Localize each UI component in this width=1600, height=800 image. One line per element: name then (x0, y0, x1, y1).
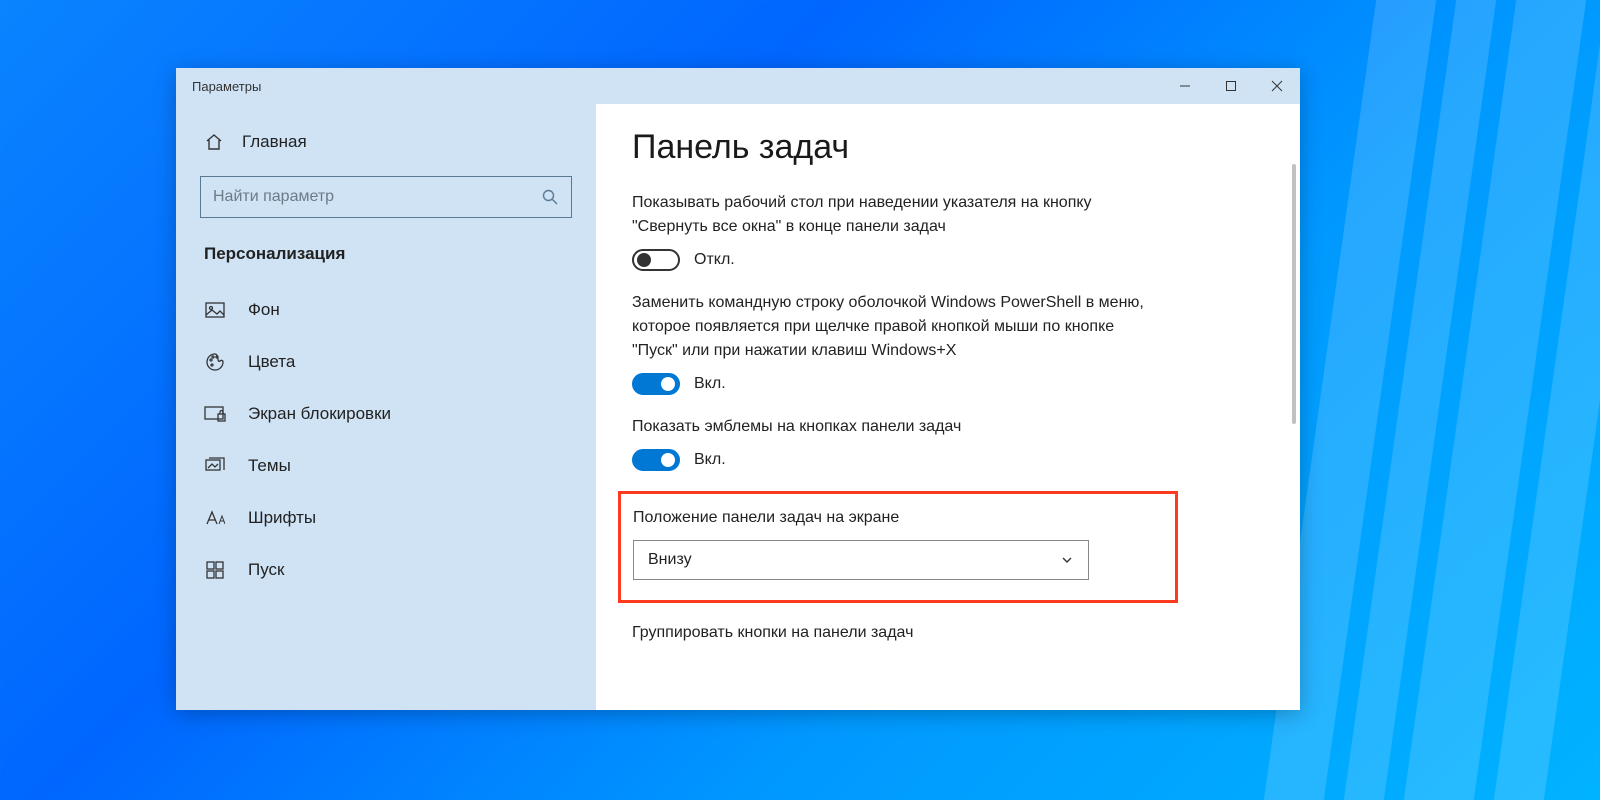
fonts-icon (204, 510, 226, 526)
search-input[interactable] (213, 188, 541, 206)
sidebar-home[interactable]: Главная (176, 120, 596, 164)
settings-window: Параметры Главная (176, 68, 1300, 710)
toggle-peek-desktop[interactable] (632, 249, 680, 271)
setting-group-buttons: Группировать кнопки на панели задач (632, 621, 1162, 645)
sidebar-item-themes[interactable]: Темы (176, 440, 596, 492)
home-icon (204, 132, 224, 152)
start-icon (204, 561, 226, 579)
page-heading: Панель задач (632, 128, 1264, 167)
sidebar-item-start[interactable]: Пуск (176, 544, 596, 596)
chevron-down-icon (1060, 553, 1074, 567)
search-box[interactable] (200, 176, 572, 218)
setting-description: Показывать рабочий стол при наведении ук… (632, 191, 1162, 239)
sidebar-item-label: Пуск (248, 560, 284, 580)
setting-peek-desktop: Показывать рабочий стол при наведении ук… (632, 191, 1162, 271)
dropdown-value: Внизу (648, 551, 692, 569)
setting-description: Показать эмблемы на кнопках панели задач (632, 415, 1162, 439)
sidebar-item-label: Экран блокировки (248, 404, 391, 424)
sidebar-item-label: Фон (248, 300, 280, 320)
maximize-button[interactable] (1208, 68, 1254, 104)
palette-icon (204, 352, 226, 372)
picture-icon (204, 302, 226, 318)
scrollbar[interactable] (1292, 164, 1296, 424)
sidebar-item-colors[interactable]: Цвета (176, 336, 596, 388)
themes-icon (204, 457, 226, 475)
close-button[interactable] (1254, 68, 1300, 104)
content-area: Главная Персонализация Фон (176, 104, 1300, 710)
sidebar-item-label: Темы (248, 456, 291, 476)
window-title: Параметры (192, 79, 1162, 94)
highlight-annotation: Положение панели задач на экране Внизу (618, 491, 1178, 603)
sidebar-item-lockscreen[interactable]: Экран блокировки (176, 388, 596, 440)
sidebar-item-fonts[interactable]: Шрифты (176, 492, 596, 544)
setting-powershell: Заменить командную строку оболочкой Wind… (632, 291, 1162, 395)
minimize-button[interactable] (1162, 68, 1208, 104)
setting-label: Группировать кнопки на панели задач (632, 621, 1162, 645)
toggle-state-label: Вкл. (694, 451, 726, 469)
search-icon (541, 188, 559, 206)
toggle-powershell[interactable] (632, 373, 680, 395)
sidebar-item-label: Шрифты (248, 508, 316, 528)
lockscreen-icon (204, 406, 226, 422)
sidebar: Главная Персонализация Фон (176, 104, 596, 710)
toggle-state-label: Откл. (694, 251, 735, 269)
sidebar-item-background[interactable]: Фон (176, 284, 596, 336)
main-panel: Панель задач Показывать рабочий стол при… (596, 104, 1300, 710)
toggle-state-label: Вкл. (694, 375, 726, 393)
setting-description: Заменить командную строку оболочкой Wind… (632, 291, 1162, 363)
sidebar-home-label: Главная (242, 132, 307, 152)
toggle-badges[interactable] (632, 449, 680, 471)
setting-badges: Показать эмблемы на кнопках панели задач… (632, 415, 1162, 471)
setting-label: Положение панели задач на экране (633, 506, 1163, 530)
taskbar-position-dropdown[interactable]: Внизу (633, 540, 1089, 580)
sidebar-item-label: Цвета (248, 352, 295, 372)
sidebar-section-label: Персонализация (176, 238, 596, 284)
titlebar[interactable]: Параметры (176, 68, 1300, 104)
